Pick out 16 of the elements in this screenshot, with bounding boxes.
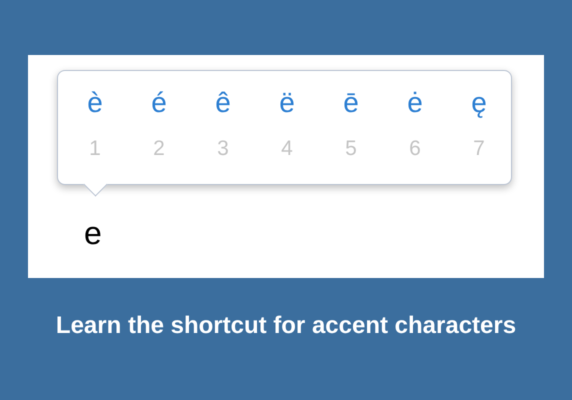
shortcut-number: 3 <box>217 137 229 161</box>
caption: Learn the shortcut for accent characters <box>54 312 518 340</box>
shortcut-number: 2 <box>153 137 165 161</box>
shortcut-number: 6 <box>409 137 421 161</box>
accent-option[interactable]: ë <box>279 87 295 119</box>
shortcut-number: 1 <box>89 137 101 161</box>
shortcut-number: 4 <box>281 137 293 161</box>
shortcut-number: 7 <box>473 137 485 161</box>
accent-option[interactable]: é <box>151 87 167 119</box>
accent-option[interactable]: ė <box>407 87 423 119</box>
accent-option[interactable]: ę <box>471 87 487 119</box>
accent-option[interactable]: ê <box>215 87 231 119</box>
accent-option[interactable]: ē <box>343 87 359 119</box>
accent-option[interactable]: è <box>87 87 103 119</box>
shortcut-number: 5 <box>345 137 357 161</box>
typed-letter: e <box>84 215 102 251</box>
